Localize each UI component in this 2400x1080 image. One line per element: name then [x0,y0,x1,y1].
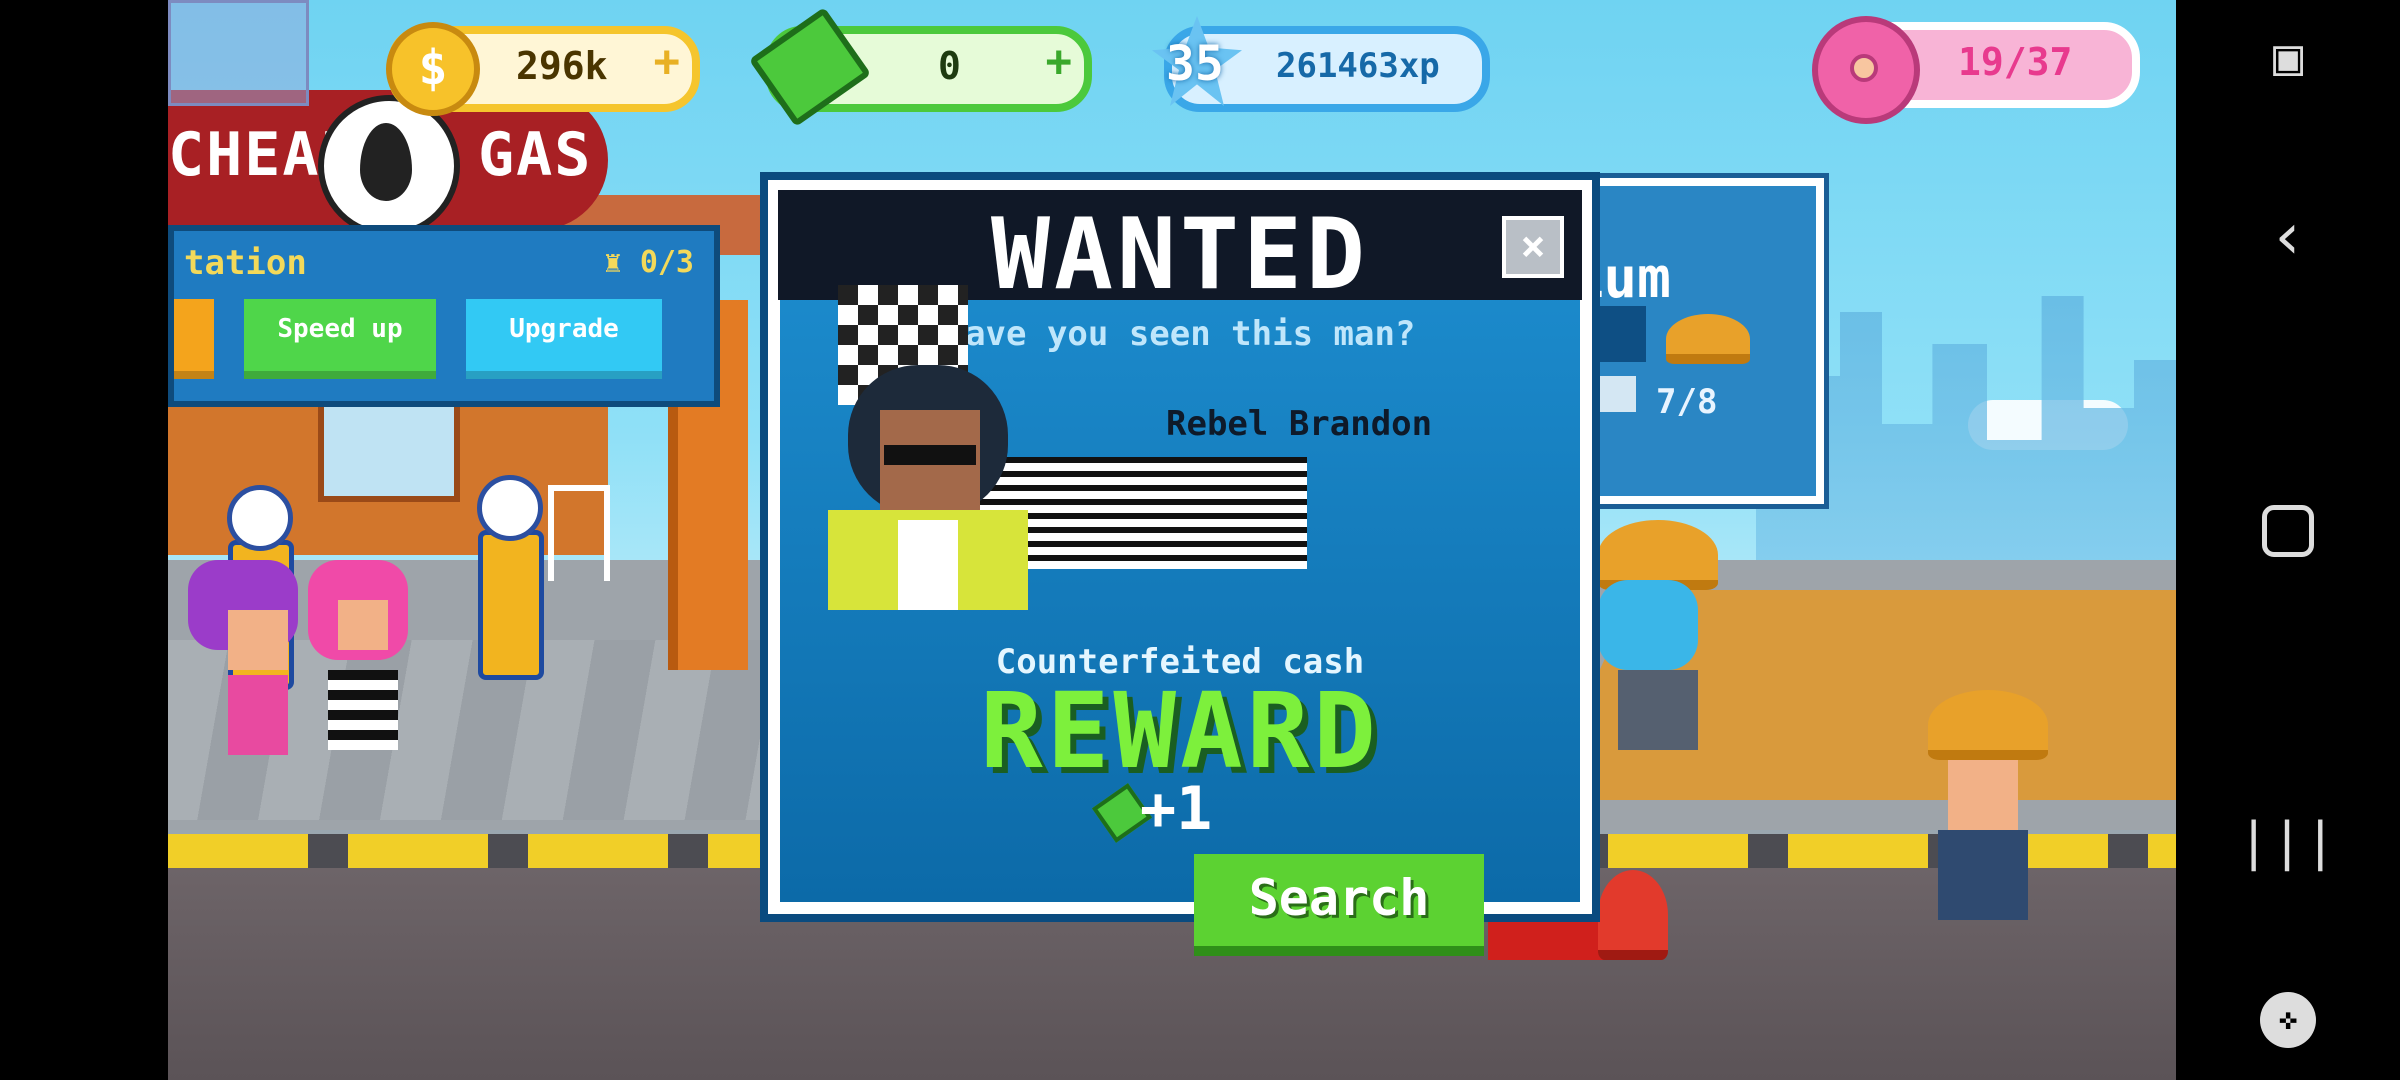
worker-count-value: 0/3 [639,245,694,280]
recent-apps-icon[interactable]: ||| [2176,812,2400,872]
donut-counter[interactable]: 19/37 [1812,16,2140,124]
donut-value: 19/37 [1958,40,2073,84]
add-coins-icon[interactable]: + [654,36,681,87]
donut-icon [1812,16,1920,124]
coins-counter[interactable]: $ 296k + [386,22,700,116]
body [1938,830,2028,920]
face [228,610,288,670]
xp-value: 261463xp [1276,46,1440,86]
upgrade-button[interactable]: Upgrade [466,299,662,379]
customer-character[interactable] [308,560,418,760]
suspect-shirt [898,520,958,610]
body [1618,670,1698,750]
player-avatar[interactable] [168,0,309,106]
search-button[interactable]: Search [1194,854,1484,956]
face [338,600,388,650]
speed-up-button[interactable]: Speed up [244,299,436,379]
panel-button-partial[interactable] [174,299,214,379]
sunglasses [884,445,976,465]
station-panel-title: tation [184,243,307,283]
gas-pump[interactable] [477,475,544,680]
system-nav-bar: ▣ ‹ ||| ✜ [2176,0,2400,1080]
oil-drop-icon [318,95,460,237]
helmet-icon [1666,314,1750,364]
pump-head-icon [227,485,293,551]
sign-text-right: GAS [478,120,593,190]
screenshot-icon[interactable]: ▣ [2176,28,2400,86]
coins-value: 296k [516,44,608,88]
face [1948,760,2018,830]
game-viewport[interactable]: CHEAP GAS tation ♜ 0/3 Speed up Upgrade [168,0,2176,1080]
customer-character[interactable] [188,560,308,770]
add-cash-icon[interactable]: + [1046,36,1073,87]
station-panel: tation ♜ 0/3 Speed up Upgrade [168,225,720,407]
back-icon[interactable]: ‹ [2176,200,2400,274]
cash-counter[interactable]: 0 + [748,7,1092,127]
pump-head-icon [477,475,543,541]
helmet-icon [1928,690,2048,760]
cash-value: 0 [938,44,961,88]
wanted-header: WANTED × [778,190,1582,312]
game-tools-icon[interactable]: ✜ [2176,992,2400,1048]
worker-character[interactable] [1588,520,1728,750]
worker-count: ♜ 0/3 [604,245,694,280]
home-icon[interactable] [2176,505,2400,557]
red-helmet-icon [1598,870,1668,960]
side-panel-count: 7/8 [1656,382,1718,422]
body [328,670,398,750]
hair [1598,580,1698,670]
suspect-name: Rebel Brandon [1166,404,1433,444]
player-level: 35 [1166,36,1224,92]
suspect-face [880,410,980,520]
station-window [318,400,460,502]
worker-icon: ♜ [603,245,622,280]
coin-icon: $ [386,22,480,116]
xp-counter[interactable]: 35 261463xp [1152,16,1490,112]
worker-character[interactable] [1908,690,2058,950]
body [228,675,288,755]
suspect-portrait [828,285,1038,615]
cash-icon [748,7,872,127]
reward-amount: +1 [1140,774,1213,844]
chair [548,485,610,581]
close-icon[interactable]: × [1502,216,1564,278]
